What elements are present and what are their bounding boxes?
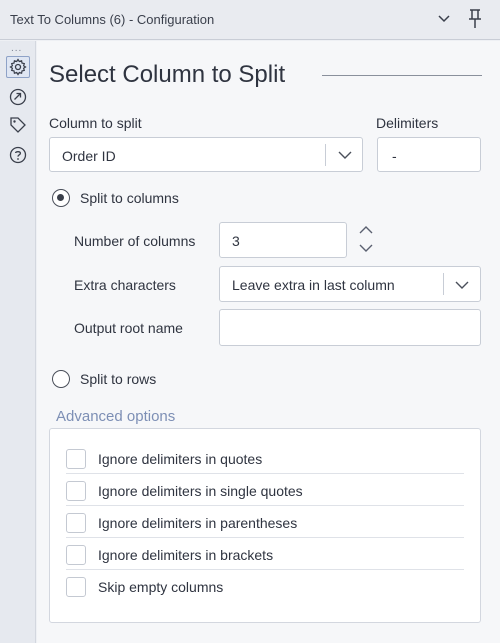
sidebar-overflow[interactable]: ...	[11, 43, 22, 54]
output-root-name-label: Output root name	[74, 320, 183, 336]
option-ignore-parentheses[interactable]: Ignore delimiters in parentheses	[66, 506, 464, 538]
option-label: Ignore delimiters in brackets	[98, 547, 274, 563]
spinner-down-icon[interactable]	[353, 240, 379, 256]
checkbox[interactable]	[66, 449, 86, 469]
option-skip-empty-columns[interactable]: Skip empty columns	[66, 570, 464, 602]
option-label: Ignore delimiters in single quotes	[98, 483, 303, 499]
delimiters-label: Delimiters	[376, 115, 439, 131]
chevron-down-icon[interactable]	[454, 278, 470, 292]
advanced-options-box: Ignore delimiters in quotes Ignore delim…	[49, 428, 481, 623]
checkbox[interactable]	[66, 545, 86, 565]
connection-icon[interactable]	[9, 88, 27, 106]
extra-characters-value: Leave extra in last column	[232, 277, 395, 293]
window-titlebar: Text To Columns (6) - Configuration	[0, 0, 500, 40]
chevron-down-icon[interactable]	[337, 148, 353, 162]
tag-icon[interactable]	[9, 116, 27, 134]
delimiters-input[interactable]: -	[377, 137, 481, 172]
option-ignore-single-quotes[interactable]: Ignore delimiters in single quotes	[66, 474, 464, 506]
option-label: Ignore delimiters in quotes	[98, 451, 263, 467]
radio-selected-dot	[57, 194, 64, 201]
pin-icon[interactable]	[466, 8, 484, 30]
extra-characters-label: Extra characters	[74, 277, 176, 293]
checkbox[interactable]	[66, 577, 86, 597]
column-to-split-select[interactable]: Order ID	[49, 137, 363, 172]
spinner-up-icon[interactable]	[353, 222, 379, 238]
column-to-split-label: Column to split	[49, 115, 142, 131]
option-label: Ignore delimiters in parentheses	[98, 515, 298, 531]
delimiters-value: -	[392, 148, 397, 164]
sidebar: ...	[0, 41, 36, 643]
split-to-columns-label[interactable]: Split to columns	[80, 190, 179, 206]
advanced-options-title: Advanced options	[56, 408, 176, 425]
heading-divider	[322, 75, 482, 76]
number-of-columns-input[interactable]: 3	[219, 222, 347, 258]
checkbox[interactable]	[66, 513, 86, 533]
number-of-columns-value: 3	[232, 233, 240, 249]
configuration-panel: Select Column to Split Column to split O…	[37, 41, 500, 643]
split-to-rows-radio[interactable]	[52, 370, 70, 388]
chevron-down-icon[interactable]	[436, 10, 452, 26]
help-icon[interactable]	[9, 146, 27, 164]
option-ignore-brackets[interactable]: Ignore delimiters in brackets	[66, 538, 464, 570]
checkbox[interactable]	[66, 481, 86, 501]
split-to-columns-radio[interactable]	[52, 189, 70, 207]
extra-characters-select[interactable]: Leave extra in last column	[219, 266, 481, 302]
window-title: Text To Columns (6) - Configuration	[10, 12, 215, 27]
split-to-rows-label[interactable]: Split to rows	[80, 371, 156, 387]
option-label: Skip empty columns	[98, 579, 224, 595]
gear-icon[interactable]	[6, 56, 30, 78]
option-ignore-quotes[interactable]: Ignore delimiters in quotes	[66, 442, 464, 474]
column-to-split-value: Order ID	[62, 148, 116, 164]
select-separator	[443, 273, 444, 295]
output-root-name-input[interactable]	[219, 309, 481, 346]
select-separator	[325, 144, 326, 166]
page-title: Select Column to Split	[49, 61, 286, 88]
number-of-columns-label: Number of columns	[74, 233, 196, 249]
